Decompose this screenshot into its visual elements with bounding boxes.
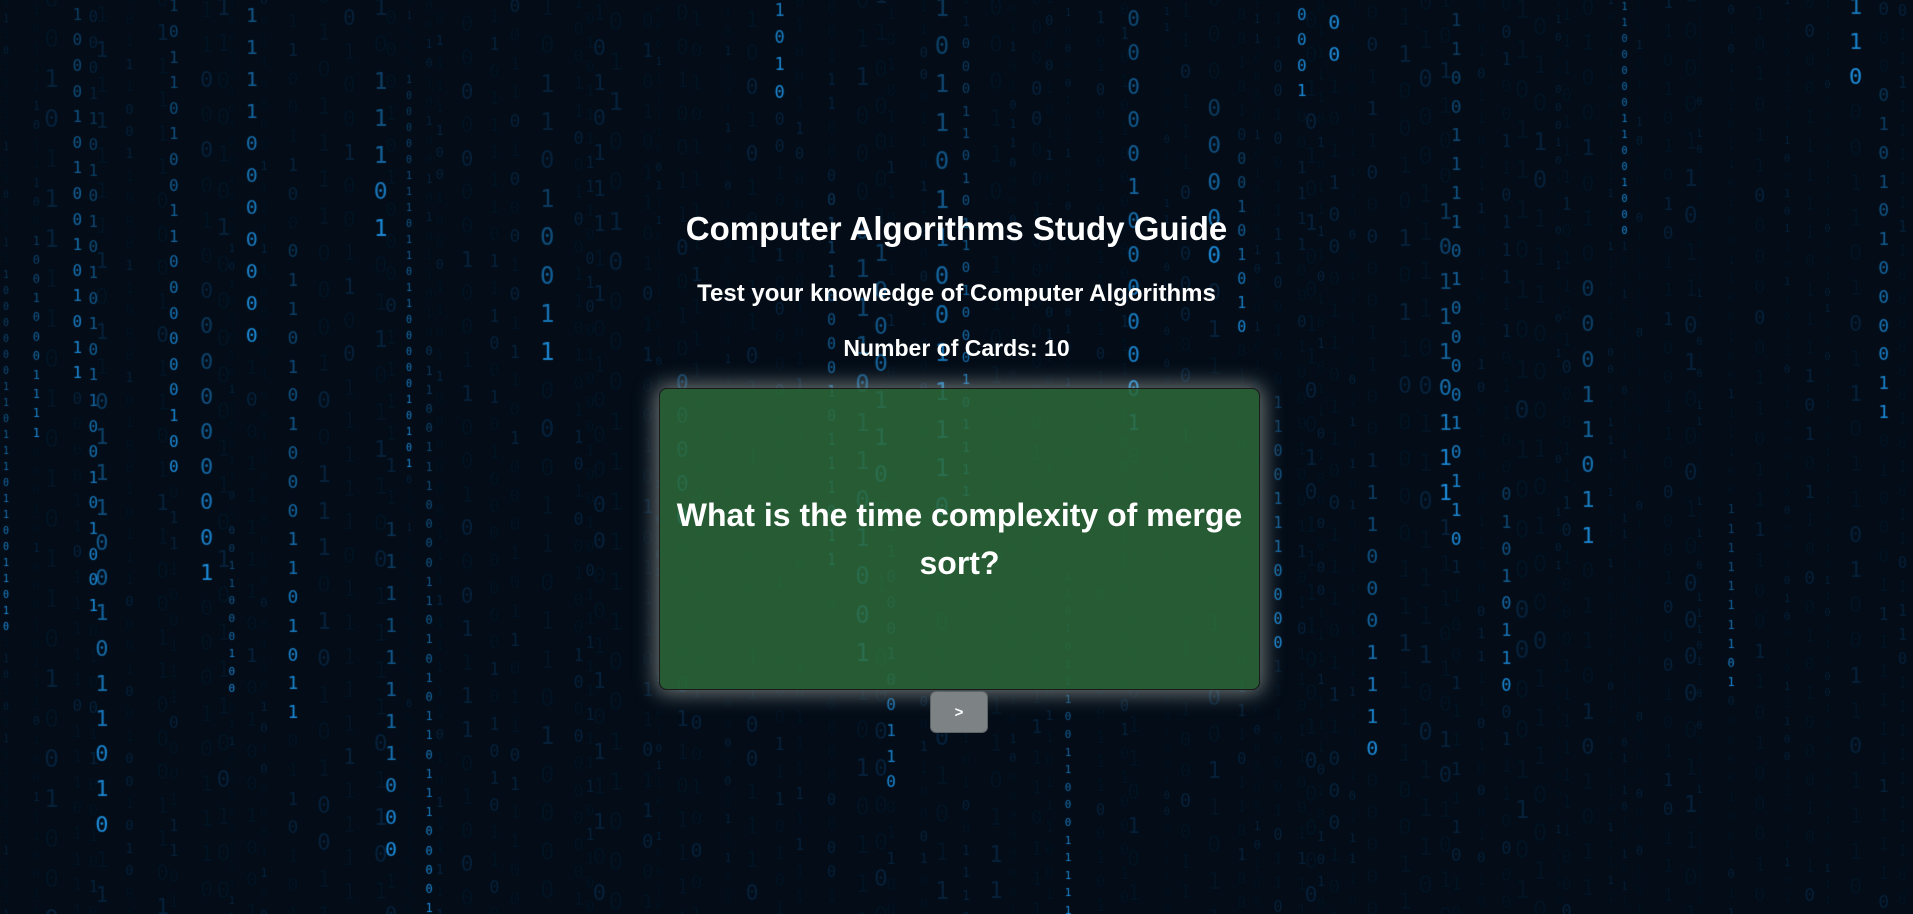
page-subtitle: Test your knowledge of Computer Algorith… — [697, 280, 1216, 307]
flashcard-question: What is the time complexity of merge sor… — [676, 497, 1243, 581]
card-count-label: Number of Cards: 10 — [843, 335, 1070, 361]
card-count: Number of Cards: 10 — [0, 335, 1913, 362]
page-title: Computer Algorithms Study Guide — [685, 210, 1228, 247]
flashcard[interactable]: What is the time complexity of merge sor… — [659, 388, 1260, 690]
next-card-button[interactable]: > — [930, 691, 988, 733]
study-guide-app: Computer Algorithms Study Guide Test you… — [0, 0, 1913, 914]
